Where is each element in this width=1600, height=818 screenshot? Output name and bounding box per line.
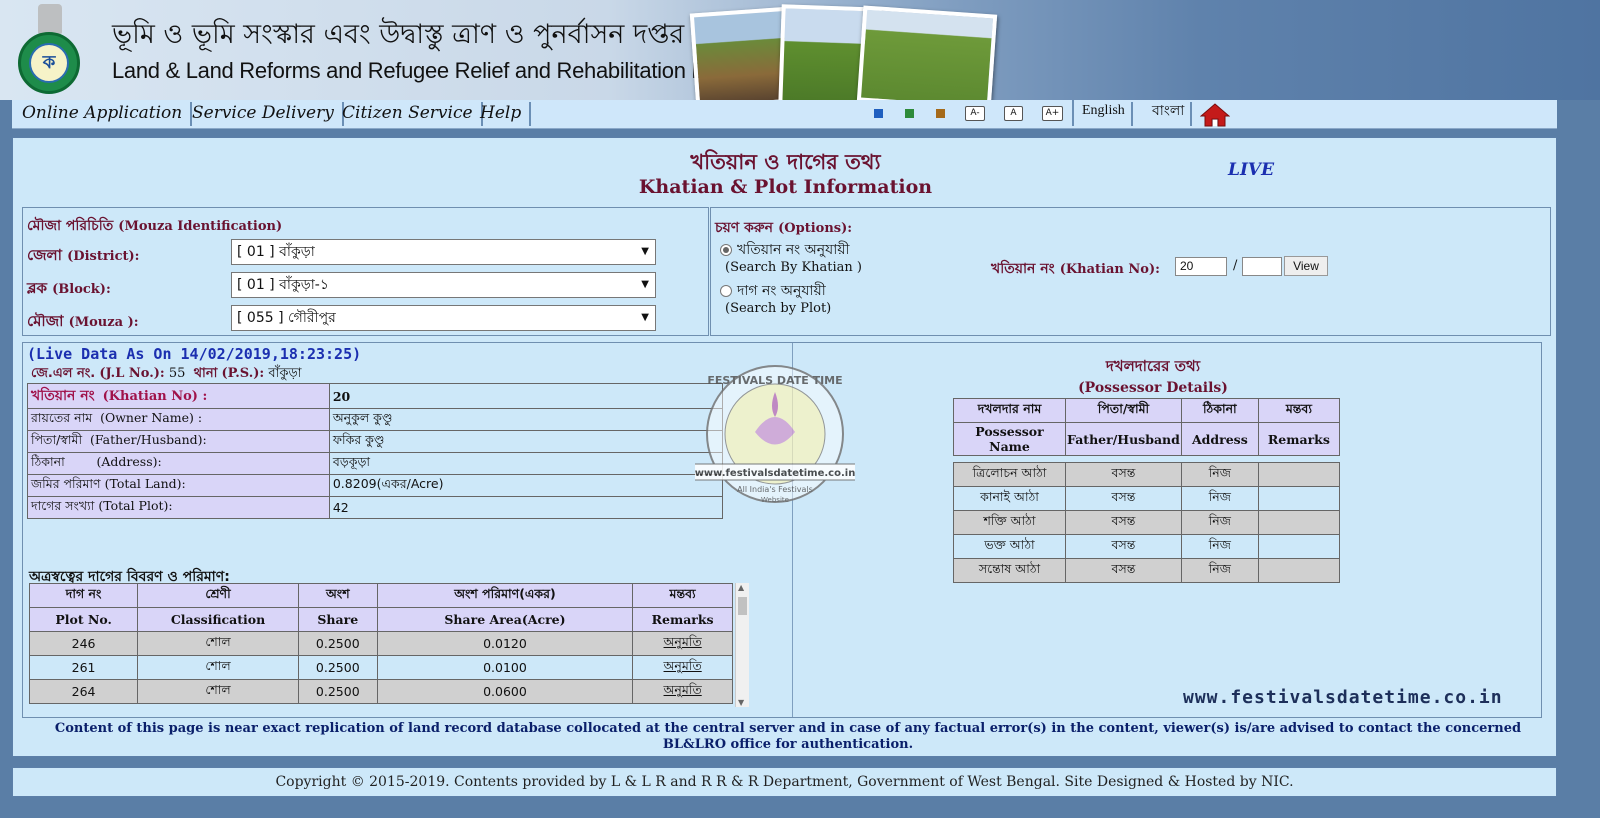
khatian-no-input[interactable]: 20	[1175, 257, 1227, 276]
search-by-khatian-label: খতিয়ান নং অনুযায়ী	[737, 242, 850, 258]
mouza-label: মৌজা (Mouza ):	[27, 312, 139, 330]
live-status: LIVE	[1228, 160, 1275, 180]
total-plot-value: 42	[328, 496, 724, 519]
scrollbar-thumb[interactable]	[738, 597, 747, 615]
page-title-english: Khatian & Plot Information	[638, 176, 933, 198]
khatian-no-label: খতিয়ান নং (Khatian No):	[991, 261, 1160, 277]
chevron-down-icon: ▼	[641, 279, 649, 290]
address-value: বড়কূড়া	[328, 452, 724, 475]
plot-table-scroll-area[interactable]: দাগ নং শ্রেণী অংশ অংশ পরিমাণ(একর) মন্তব্…	[29, 583, 749, 707]
search-by-plot-radio[interactable]	[720, 285, 732, 297]
khatian-info-table: খতিয়ান নং (Khatian No) : 20 রায়তের নাম…	[27, 383, 724, 519]
chevron-down-icon: ▼	[641, 246, 649, 257]
font-increase-button[interactable]: A+	[1042, 106, 1063, 121]
district-label: জেলা (District):	[27, 246, 140, 264]
watermark-url-text: www.festivalsdatetime.co.in	[695, 468, 855, 479]
site-url-watermark: www.festivalsdatetime.co.in	[1183, 687, 1503, 708]
watermark-top-text: FESTIVALS DATE TIME	[707, 374, 842, 387]
watermark-tagline-1: All India's Festivals	[737, 485, 813, 494]
spacer-row	[953, 455, 1340, 463]
festivals-watermark-logo: FESTIVALS DATE TIME www.festivalsdatetim…	[695, 365, 855, 504]
plot-header-bn: দাগ নং শ্রেণী অংশ অংশ পরিমাণ(একর) মন্তব্…	[29, 583, 733, 608]
options-heading: চয়ণ করুন (Options):	[715, 220, 853, 236]
theme-green-button[interactable]	[905, 109, 914, 118]
menu-divider	[1072, 100, 1074, 126]
view-button[interactable]: View	[1284, 256, 1328, 276]
font-normal-button[interactable]: A	[1004, 106, 1023, 121]
plot-table: দাগ নং শ্রেণী অংশ অংশ পরিমাণ(একর) মন্তব্…	[29, 583, 733, 704]
site-header: ক ভূমি ও ভূমি সংস্কার এবং উদ্বাস্তু ত্রা…	[0, 0, 1600, 100]
search-by-khatian-radio[interactable]	[720, 244, 732, 256]
remarks-link[interactable]: অনুমতি	[632, 655, 733, 680]
home-icon[interactable]	[1200, 103, 1230, 127]
theme-brown-button[interactable]	[936, 109, 945, 118]
department-logo: ক	[18, 32, 80, 94]
language-english-link[interactable]: English	[1076, 102, 1133, 126]
remarks-link[interactable]: অনুমতি	[632, 631, 733, 656]
block-label: ব্লক (Block):	[27, 279, 111, 297]
father-name-value: ফকির কুণ্ডু	[328, 430, 724, 453]
menu-citizen-service[interactable]: Citizen Service	[334, 102, 483, 126]
logo-emblem-icon: ক	[29, 43, 69, 83]
font-decrease-button[interactable]: A-	[965, 106, 985, 121]
khatian-separator: /	[1233, 258, 1238, 273]
info-row: জমির পরিমাণ (Total Land): 0.8209(একর/Acr…	[27, 474, 724, 497]
khatian-value: 20	[328, 383, 724, 409]
table-row: ভক্ত আঠা বসন্ত নিজ	[952, 534, 1341, 559]
mouza-identification-box: মৌজা পরিচিতি (Mouza Identification) জেলা…	[22, 207, 709, 336]
info-row: রায়তের নাম (Owner Name) : অনুকুল কুণ্ডু	[27, 408, 724, 431]
table-row: 246 শোল 0.2500 0.0120 অনুমতি	[29, 631, 733, 656]
search-by-khatian-label-en: (Search By Khatian )	[725, 260, 862, 275]
menu-service-delivery[interactable]: Service Delivery	[184, 102, 344, 126]
department-name-bengali: ভূমি ও ভূমি সংস্কার এবং উদ্বাস্তু ত্রাণ …	[112, 19, 685, 50]
copyright-footer: Copyright © 2015-2019. Contents provided…	[12, 767, 1557, 797]
jl-ps-line: জে.এল নং. (J.L No.): 55 থানা (P.S.): বাঁ…	[31, 366, 302, 381]
scroll-up-icon[interactable]: ▲	[738, 583, 744, 592]
owner-name-value: অনুকুল কুণ্ডু	[328, 408, 724, 431]
state-emblem-icon	[38, 4, 62, 34]
block-select[interactable]: [ 01 ] বাঁকুড়া-১ ▼	[231, 272, 656, 298]
total-land-value: 0.8209(একর/Acre)	[328, 474, 724, 497]
menu-help[interactable]: Help	[472, 102, 532, 126]
chevron-down-icon: ▼	[641, 312, 649, 323]
plot-header-en: Plot No. Classification Share Share Area…	[29, 607, 733, 632]
main-menu-bar: Online Application Service Delivery Citi…	[12, 100, 1557, 129]
table-row: 264 শোল 0.2500 0.0600 অনুমতি	[29, 679, 733, 704]
info-row: পিতা/স্বামী (Father/Husband): ফকির কুণ্ড…	[27, 430, 724, 453]
khatian-sub-input[interactable]	[1242, 257, 1282, 276]
table-row: শক্তি আঠা বসন্ত নিজ	[952, 510, 1341, 535]
watermark-tagline-2: Website	[761, 496, 789, 504]
remarks-link[interactable]: অনুমতি	[632, 679, 733, 704]
info-row: দাগের সংখ্যা (Total Plot): 42	[27, 496, 724, 519]
table-row: সন্তোষ আঠা বসন্ত নিজ	[952, 558, 1341, 583]
search-by-plot-label-en: (Search by Plot)	[725, 301, 832, 316]
possessor-table: দখলদার নাম পিতা/স্বামী ঠিকানা মন্তব্য Po…	[952, 398, 1341, 583]
possessor-header-en: Possessor Name Father/Husband Address Re…	[952, 422, 1341, 456]
table-row: 261 শোল 0.2500 0.0100 অনুমতি	[29, 655, 733, 680]
scroll-down-icon[interactable]: ▼	[738, 698, 744, 707]
live-data-timestamp: (Live Data As On 14/02/2019,18:23:25)	[27, 345, 362, 363]
possessor-header-bn: দখলদার নাম পিতা/স্বামী ঠিকানা মন্তব্য	[952, 398, 1341, 423]
mouza-select[interactable]: [ 055 ] গৌরীপুর ▼	[231, 305, 656, 331]
disclaimer-note: Content of this page is near exact repli…	[54, 721, 1522, 752]
language-bengali-link[interactable]: বাংলা	[1146, 102, 1193, 126]
header-photo-survey	[856, 5, 998, 100]
plot-table-scrollbar[interactable]: ▲ ▼	[735, 583, 749, 707]
district-select[interactable]: [ 01 ] বাঁকুড়া ▼	[231, 239, 656, 265]
table-row: ত্রিলোচন আঠা বসন্ত নিজ	[952, 462, 1341, 487]
search-by-plot-label: দাগ নং অনুযায়ী	[737, 283, 826, 299]
theme-blue-button[interactable]	[874, 109, 883, 118]
khatian-row: খতিয়ান নং (Khatian No) : 20	[27, 383, 724, 409]
table-row: কানাই আঠা বসন্ত নিজ	[952, 486, 1341, 511]
possessor-heading: দখলদারের তথ্য (Possessor Details)	[1078, 357, 1228, 396]
menu-online-application[interactable]: Online Application	[14, 102, 193, 126]
info-row: ঠিকানা (Address): বড়কূড়া	[27, 452, 724, 475]
mouza-heading: মৌজা পরিচিতি (Mouza Identification)	[27, 218, 283, 234]
search-options-box: চয়ণ করুন (Options): খতিয়ান নং অনুযায়ী…	[710, 207, 1551, 336]
